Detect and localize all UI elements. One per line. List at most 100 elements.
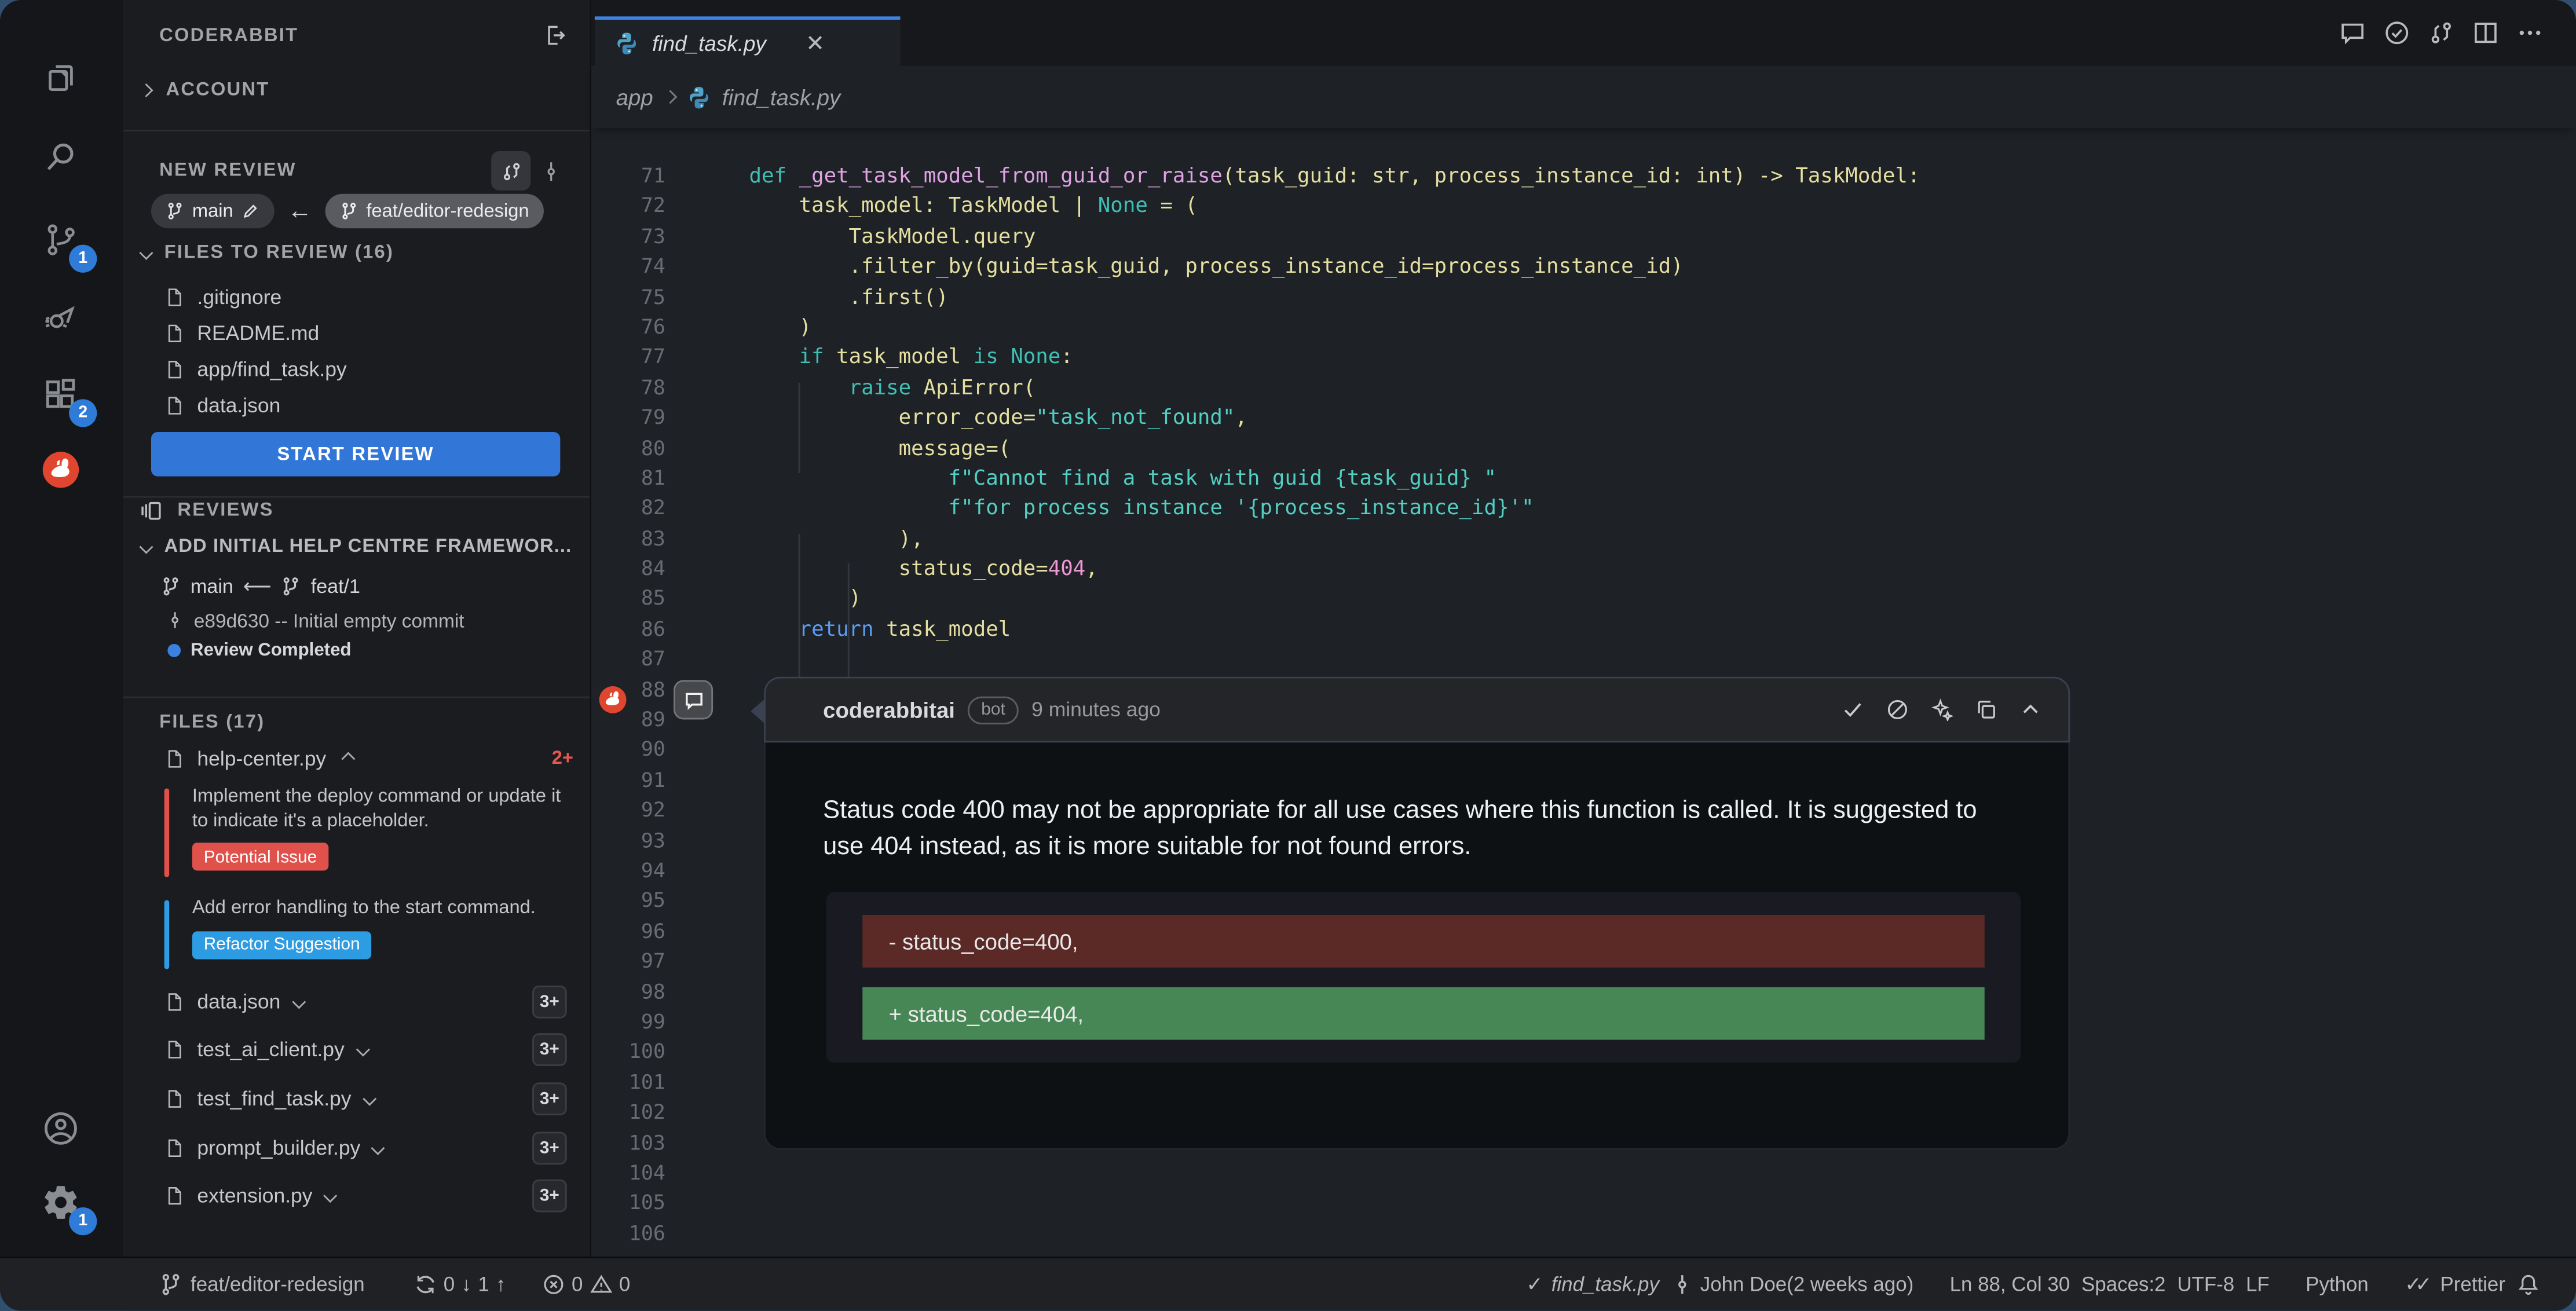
source-control-icon[interactable]: 1	[28, 207, 93, 272]
commit-mode-button[interactable]	[530, 151, 570, 191]
status-cursor-position[interactable]: Ln 88, Col 30	[1950, 1273, 2070, 1296]
more-actions-icon[interactable]	[2517, 20, 2543, 46]
line-number: 71	[591, 161, 665, 191]
arrow-left-icon: ⟵	[243, 574, 272, 597]
file-icon	[164, 286, 184, 309]
tab-find-task[interactable]: find_task.py ✕	[595, 16, 901, 65]
code-line: )	[749, 584, 2576, 614]
line-number: 81	[591, 463, 665, 493]
file-list-item[interactable]: test_ai_client.py3+	[123, 1026, 590, 1075]
python-icon	[614, 30, 639, 55]
status-branch[interactable]: feat/editor-redesign	[159, 1273, 364, 1296]
collapse-chevron-icon[interactable]	[2019, 698, 2042, 722]
settings-badge: 1	[69, 1207, 97, 1235]
settings-gear-icon[interactable]: 1	[28, 1170, 93, 1235]
ai-sparkle-icon[interactable]	[1930, 698, 1953, 722]
file-icon	[164, 1185, 184, 1208]
branch-icon	[166, 202, 184, 220]
chevron-down-icon	[356, 1043, 369, 1057]
explorer-icon[interactable]	[28, 45, 93, 110]
breadcrumb-folder[interactable]: app	[616, 85, 653, 109]
file-comment-item[interactable]: Implement the deploy command or update i…	[164, 785, 573, 881]
chevron-down-icon	[291, 995, 305, 1009]
file-list-item[interactable]: test_find_task.py3+	[123, 1075, 590, 1123]
code-line	[749, 644, 2576, 675]
file-icon	[164, 1039, 184, 1062]
line-number: 91	[591, 765, 665, 795]
file-comment-item[interactable]: Add error handling to the start command.…	[164, 897, 573, 972]
files-to-review-header[interactable]: FILES TO REVIEW (16)	[141, 243, 590, 263]
copy-icon[interactable]	[1975, 698, 1998, 722]
diff-removed-line: - status_code=400,	[862, 915, 1984, 968]
account-section-header[interactable]: ACCOUNT	[141, 80, 590, 100]
comment-thread-button[interactable]	[674, 680, 713, 719]
notifications-bell-icon[interactable]	[2517, 1273, 2540, 1296]
check-icon: ✓	[1526, 1273, 1543, 1296]
status-eol[interactable]: LF	[2246, 1273, 2270, 1296]
file-to-review-item[interactable]: data.json	[123, 387, 590, 423]
status-problems[interactable]: 0 0	[542, 1273, 630, 1296]
status-sync[interactable]: 0↓ 1↑	[414, 1273, 506, 1296]
line-number: 106	[591, 1218, 665, 1248]
file-to-review-item[interactable]: app/find_task.py	[123, 351, 590, 387]
status-file-check[interactable]: ✓find_task.py	[1526, 1273, 1659, 1296]
file-to-review-item[interactable]: README.md	[123, 316, 590, 351]
diff-added-line: + status_code=404,	[862, 987, 1984, 1040]
comment-count-badge: 3+	[532, 1082, 567, 1115]
coderabbit-line-marker[interactable]	[598, 685, 628, 715]
line-number: 98	[591, 977, 665, 1007]
open-comment-icon[interactable]	[2339, 20, 2365, 46]
line-number: 84	[591, 554, 665, 584]
line-number: 77	[591, 342, 665, 372]
expanded-file-row[interactable]: help-center.py 2+	[164, 748, 573, 771]
code-line: task_model: TaskModel | None = (	[749, 191, 2576, 221]
code-line: raise ApiError(	[749, 372, 2576, 402]
status-encoding[interactable]: UTF-8	[2177, 1273, 2234, 1296]
tab-close-icon[interactable]: ✕	[806, 29, 825, 57]
line-number: 94	[591, 856, 665, 886]
code-line	[749, 1158, 2576, 1188]
breadcrumb-file[interactable]: find_task.py	[722, 85, 840, 109]
check-circle-icon[interactable]	[2384, 20, 2410, 46]
edit-pencil-icon[interactable]	[241, 202, 259, 220]
comment-count-badge: 3+	[532, 1131, 567, 1164]
comment-text: Status code 400 may not be appropriate f…	[823, 793, 2019, 864]
git-compare-icon[interactable]	[2428, 20, 2454, 46]
compare-mode-button[interactable]	[491, 151, 530, 191]
status-indentation[interactable]: Spaces:2	[2081, 1273, 2165, 1296]
file-list-item[interactable]: extension.py3+	[123, 1172, 590, 1221]
split-editor-icon[interactable]	[2472, 20, 2498, 46]
review-commit[interactable]: e89d630 -- Initial empty commit	[166, 606, 590, 634]
line-number: 80	[591, 433, 665, 463]
ignore-icon[interactable]	[1886, 698, 1909, 722]
sign-out-icon[interactable]	[542, 23, 567, 48]
reviews-header[interactable]: REVIEWS	[140, 499, 590, 522]
source-control-badge: 1	[69, 245, 97, 273]
tab-strip: find_task.py ✕	[591, 0, 2576, 65]
file-to-review-item[interactable]: .gitignore	[123, 279, 590, 315]
comment-count-badge: 3+	[532, 1034, 567, 1067]
file-list-item[interactable]: prompt_builder.py3+	[123, 1123, 590, 1172]
comment-count-badge: 3+	[532, 985, 567, 1018]
review-item-header[interactable]: ADD INITIAL HELP CENTRE FRAMEWOR...	[141, 537, 590, 557]
run-debug-icon[interactable]	[28, 284, 93, 350]
status-blame[interactable]: John Doe(2 weeks ago)	[1671, 1273, 1913, 1296]
search-icon[interactable]	[28, 125, 93, 191]
base-branch-pill[interactable]: main	[151, 194, 275, 229]
account-icon[interactable]	[28, 1096, 93, 1161]
line-number: 90	[591, 735, 665, 765]
code-line: .filter_by(guid=task_guid, process_insta…	[749, 252, 2576, 282]
comment-count-badge: 2+	[552, 749, 573, 769]
resolve-check-icon[interactable]	[1842, 698, 1865, 722]
status-formatter[interactable]: ✓✓ Prettier	[2405, 1273, 2505, 1296]
start-review-button[interactable]: START REVIEW	[151, 432, 560, 477]
code-area[interactable]: 7172737475767778798081828384858687888990…	[591, 128, 2576, 1257]
code-line: def _get_task_model_from_guid_or_raise(t…	[749, 161, 2576, 191]
chevron-down-icon	[363, 1092, 376, 1106]
file-list-item[interactable]: data.json3+	[123, 977, 590, 1026]
status-language[interactable]: Python	[2306, 1273, 2369, 1296]
extensions-icon[interactable]: 2	[28, 361, 93, 427]
compare-branch-pill[interactable]: feat/editor-redesign	[325, 194, 544, 229]
coderabbit-icon[interactable]	[28, 437, 93, 503]
commit-icon	[1671, 1273, 1694, 1296]
